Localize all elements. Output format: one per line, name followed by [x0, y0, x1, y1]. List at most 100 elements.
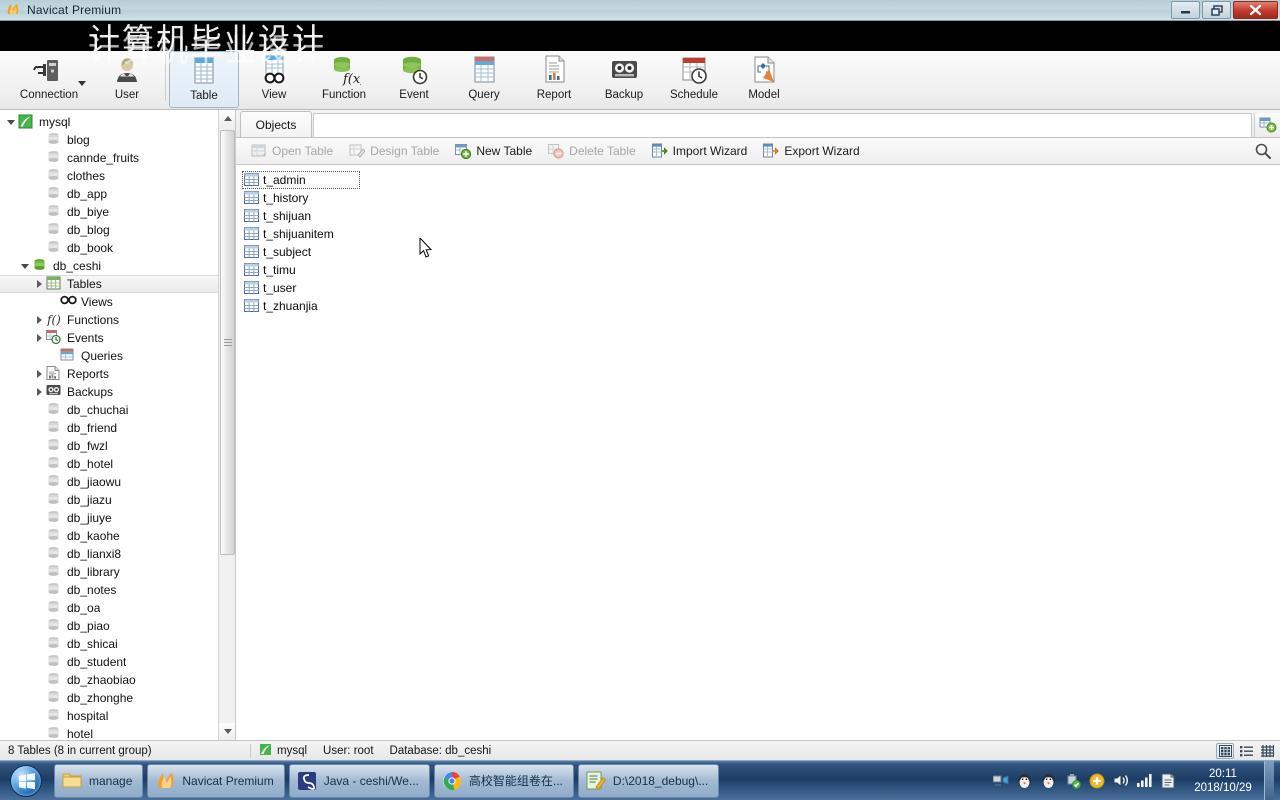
list-view-icon[interactable]	[1237, 743, 1255, 759]
twisty-collapsed-icon[interactable]	[32, 329, 46, 347]
database-tree-sidebar[interactable]: mysql blog cannde_fruits clothes db_app db_bi…	[0, 110, 236, 740]
tree-node-database-db_piao[interactable]: db_piao	[0, 617, 235, 635]
toolbar-button-report[interactable]: Report	[519, 51, 589, 108]
signal-icon[interactable]	[1137, 773, 1154, 790]
twisty-collapsed-icon[interactable]	[32, 311, 46, 329]
toolbar-button-schedule[interactable]: Schedule	[659, 51, 729, 108]
tree-node-database-cannde_fruits[interactable]: cannde_fruits	[0, 149, 235, 167]
table-list[interactable]: t_admin t_history t_shijuan t_shijuanitem t_…	[236, 165, 1280, 740]
scroll-thumb[interactable]	[220, 130, 235, 555]
new-table-button[interactable]: New Table	[448, 140, 539, 163]
table-list-item[interactable]: t_shijuan	[242, 207, 360, 225]
window-title: Navicat Premium	[27, 3, 122, 17]
tree-node-database-db_kaohe[interactable]: db_kaohe	[0, 527, 235, 545]
toolbar-button-view[interactable]: View	[239, 51, 309, 108]
detail-view-icon[interactable]	[1258, 743, 1276, 759]
twisty-expanded-icon[interactable]	[4, 113, 18, 131]
minimize-button[interactable]	[1171, 1, 1200, 19]
tree-node-functions[interactable]: f() Functions	[0, 311, 235, 329]
tree-node-database-db_student[interactable]: db_student	[0, 653, 235, 671]
tree-node-database-db_jiuye[interactable]: db_jiuye	[0, 509, 235, 527]
tree-node-database-db_app[interactable]: db_app	[0, 185, 235, 203]
tree-node-database-hotel[interactable]: hotel	[0, 725, 235, 740]
tree-node-database-blog[interactable]: blog	[0, 131, 235, 149]
action-center-icon[interactable]	[1161, 773, 1178, 790]
delete-table-button[interactable]: Delete Table	[541, 140, 643, 163]
tree-node-database-db_jiaowu[interactable]: db_jiaowu	[0, 473, 235, 491]
tree-node-database-db_chuchai[interactable]: db_chuchai	[0, 401, 235, 419]
tree-node-database-db_notes[interactable]: db_notes	[0, 581, 235, 599]
twisty-collapsed-icon[interactable]	[32, 275, 46, 293]
toolbar-button-backup[interactable]: Backup	[589, 51, 659, 108]
search-icon[interactable]	[1254, 142, 1272, 160]
toolbar-button-table[interactable]: Table	[169, 51, 239, 108]
tree-node-database-db_friend[interactable]: db_friend	[0, 419, 235, 437]
tree-node-tables[interactable]: Tables	[0, 275, 231, 293]
tree-node-database-db_shicai[interactable]: db_shicai	[0, 635, 235, 653]
close-button[interactable]	[1233, 1, 1278, 19]
tree-node-database-db_hotel[interactable]: db_hotel	[0, 455, 235, 473]
tree-node-database-db_fwzl[interactable]: db_fwzl	[0, 437, 235, 455]
tree-node-backups[interactable]: Backups	[0, 383, 235, 401]
tree-node-database-db_library[interactable]: db_library	[0, 563, 235, 581]
tree-node-events[interactable]: Events	[0, 329, 235, 347]
scroll-up-arrow[interactable]	[219, 110, 235, 127]
scroll-down-arrow[interactable]	[219, 723, 235, 740]
twisty-expanded-icon[interactable]	[18, 257, 32, 275]
table-list-item[interactable]: t_admin	[242, 171, 360, 189]
taskbar-item[interactable]: manage	[54, 763, 144, 798]
grid-view-icon[interactable]	[1216, 742, 1234, 759]
qq-icon[interactable]	[1017, 773, 1034, 790]
toolbar-button-user[interactable]: User	[92, 51, 162, 108]
tree-node-database-db_book[interactable]: db_book	[0, 239, 235, 257]
table-list-item[interactable]: t_history	[242, 189, 360, 207]
tree-node-reports[interactable]: Reports	[0, 365, 235, 383]
table-list-item[interactable]: t_timu	[242, 261, 360, 279]
tree-node-database-db_blog[interactable]: db_blog	[0, 221, 235, 239]
taskbar-clock[interactable]: 20:11 2018/10/29	[1189, 767, 1257, 795]
table-list-item[interactable]: t_shijuanitem	[242, 225, 360, 243]
taskbar-item[interactable]: Navicat Premium	[147, 763, 285, 798]
open-table-button[interactable]: Open Table	[244, 140, 340, 163]
taskbar-item[interactable]: D:\2018_debug\...	[577, 763, 720, 798]
maximize-button[interactable]	[1202, 1, 1231, 19]
tree-node-connection-mysql[interactable]: mysql	[0, 113, 235, 131]
table-list-item[interactable]: t_subject	[242, 243, 360, 261]
volume-icon[interactable]	[1113, 772, 1130, 790]
design-table-button[interactable]: Design Table	[342, 140, 446, 163]
chevron-down-icon[interactable]	[78, 81, 86, 86]
tree-node-database-db_lianxi8[interactable]: db_lianxi8	[0, 545, 235, 563]
start-button[interactable]	[2, 763, 50, 799]
tab-objects[interactable]: Objects	[240, 111, 312, 137]
tree-node-database-db_oa[interactable]: db_oa	[0, 599, 235, 617]
tree-node-queries[interactable]: Queries	[0, 347, 235, 365]
tree-node-database-db_jiazu[interactable]: db_jiazu	[0, 491, 235, 509]
sidebar-scrollbar[interactable]	[218, 110, 235, 740]
table-list-item[interactable]: t_user	[242, 279, 360, 297]
twisty-collapsed-icon[interactable]	[32, 383, 46, 401]
table-list-item[interactable]: t_zhuanjia	[242, 297, 360, 315]
tree-node-database-db_zhonghe[interactable]: db_zhonghe	[0, 689, 235, 707]
tree-node-database-db_ceshi[interactable]: db_ceshi	[0, 257, 235, 275]
qq-icon-2[interactable]	[1041, 773, 1058, 790]
tree-node-database-clothes[interactable]: clothes	[0, 167, 235, 185]
tree-node-views[interactable]: Views	[0, 293, 235, 311]
toolbar-button-model[interactable]: Model	[729, 51, 799, 108]
show-desktop-button[interactable]	[1264, 761, 1274, 800]
taskbar-item[interactable]: 高校智能组卷在...	[433, 763, 574, 798]
update-icon[interactable]	[1089, 773, 1106, 790]
import-wizard-button[interactable]: Import Wizard	[645, 140, 755, 163]
taskbar-item[interactable]: Java - ceshi/We...	[288, 763, 430, 798]
tree-node-database-hospital[interactable]: hospital	[0, 707, 235, 725]
antivirus-icon[interactable]	[1065, 773, 1082, 790]
twisty-collapsed-icon[interactable]	[32, 365, 46, 383]
toolbar-button-event[interactable]: Event	[379, 51, 449, 108]
toolbar-button-function[interactable]: f(x) Function	[309, 51, 379, 108]
tree-node-database-db_biye[interactable]: db_biye	[0, 203, 235, 221]
toolbar-button-connection[interactable]: Connection	[6, 51, 92, 108]
export-wizard-button[interactable]: Export Wizard	[756, 140, 866, 163]
new-object-icon[interactable]	[1254, 113, 1280, 137]
tree-node-database-db_zhaobiao[interactable]: db_zhaobiao	[0, 671, 235, 689]
toolbar-button-query[interactable]: Query	[449, 51, 519, 108]
network-share-icon[interactable]	[992, 773, 1010, 790]
